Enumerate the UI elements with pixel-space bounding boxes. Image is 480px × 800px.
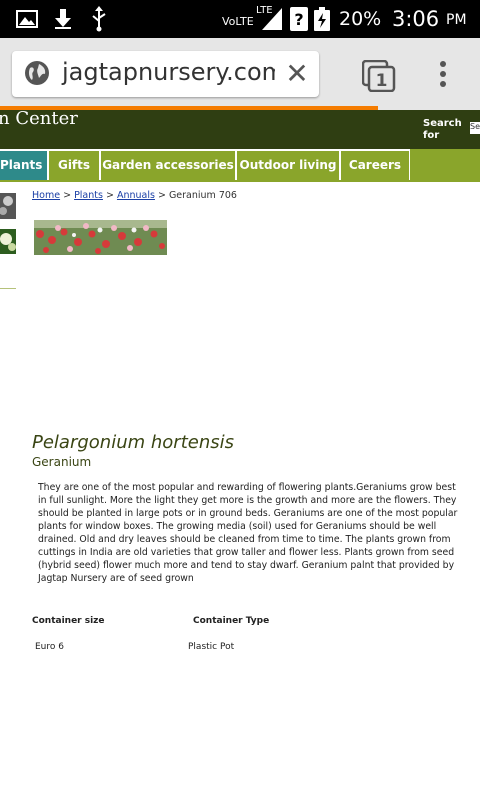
breadcrumb: Home > Plants > Annuals > Geranium 706	[32, 190, 237, 201]
site-header: n Center Search for Se	[0, 108, 480, 149]
breadcrumb-annuals[interactable]: Annuals	[117, 190, 155, 201]
volte-label: VoLTE	[222, 15, 254, 28]
sidebar-thumbnail[interactable]	[0, 189, 16, 254]
search-label: Search for	[423, 118, 462, 141]
product-description: They are one of the most popular and rew…	[38, 482, 458, 584]
tab-count: 1	[376, 71, 388, 91]
sidebar-divider	[0, 288, 16, 289]
container-size-header: Container size	[32, 616, 105, 626]
close-icon[interactable]: ✕	[275, 59, 319, 89]
address-bar[interactable]: jagtapnursery.com ✕	[12, 51, 319, 97]
product-photo[interactable]	[34, 220, 167, 255]
brand-title[interactable]: n Center	[0, 108, 78, 129]
nav-item-outdoor-living[interactable]: Outdoor living	[237, 151, 339, 180]
clock-ampm: PM	[446, 12, 467, 28]
status-bar: VoLTE LTE ? 20% 3:06 PM	[0, 0, 480, 38]
tab-switcher-icon[interactable]: 1	[361, 59, 396, 96]
browser-toolbar: jagtapnursery.com ✕ 1	[0, 38, 480, 110]
nav-item-garden-accessories[interactable]: Garden accessories	[101, 151, 235, 180]
container-size-value: Euro 6	[35, 642, 64, 652]
battery-icon	[314, 7, 330, 35]
container-type-value: Plastic Pot	[188, 642, 235, 652]
signal-icon	[262, 8, 282, 34]
breadcrumb-home[interactable]: Home	[32, 190, 60, 201]
nav-item-gifts[interactable]: Gifts	[49, 151, 99, 180]
gallery-icon	[16, 10, 38, 32]
overflow-menu-icon[interactable]	[438, 60, 448, 92]
clock-time: 3:06	[392, 7, 440, 31]
nav-underline	[0, 180, 480, 182]
sim-unknown-icon: ?	[290, 7, 308, 35]
nav-item-careers[interactable]: Careers	[341, 151, 409, 180]
svg-text:?: ?	[294, 10, 303, 29]
botanical-name: Pelargonium hortensis	[32, 432, 234, 453]
nav-item-plants[interactable]: Plants	[0, 151, 47, 180]
usb-icon	[90, 6, 108, 36]
container-type-header: Container Type	[193, 616, 270, 626]
download-icon	[52, 8, 74, 34]
breadcrumb-current: Geranium 706	[168, 190, 237, 201]
battery-percent: 20%	[339, 8, 382, 30]
nav-filler	[410, 149, 480, 182]
globe-icon	[24, 60, 50, 90]
breadcrumb-plants[interactable]: Plants	[74, 190, 103, 201]
main-nav: Plants Gifts Garden accessories Outdoor …	[0, 149, 480, 182]
search-input[interactable]: Se	[470, 122, 480, 134]
url-text[interactable]: jagtapnursery.com	[62, 58, 285, 86]
common-name: Geranium	[32, 455, 92, 469]
